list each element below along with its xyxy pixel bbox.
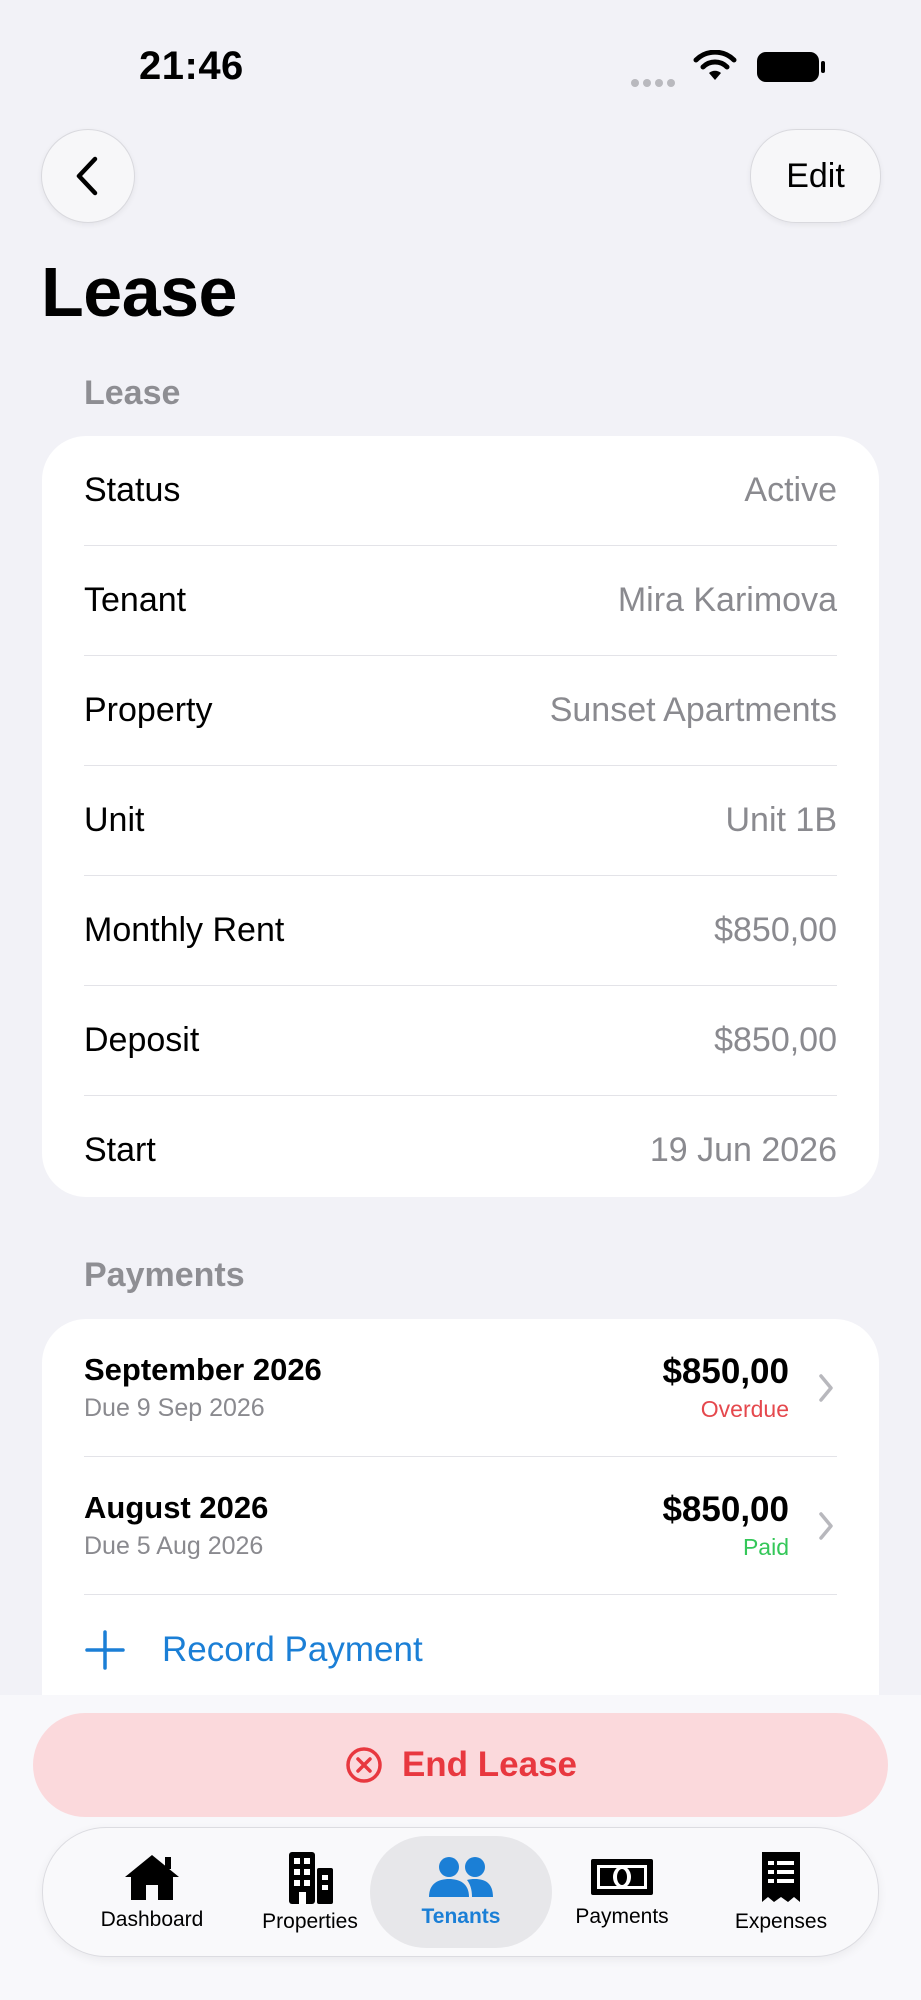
- tab-label: Dashboard: [100, 1908, 204, 1931]
- row-label: Unit: [84, 801, 145, 839]
- chevron-right-icon: [819, 1373, 833, 1402]
- row-label: Start: [84, 1131, 156, 1169]
- row-value: $850,00: [714, 911, 837, 949]
- lease-row-monthly-rent: Monthly Rent $850,00: [84, 876, 837, 986]
- tab-expenses[interactable]: Expenses: [702, 1828, 860, 1956]
- lease-section-header: Lease: [84, 374, 181, 412]
- payments-section-header: Payments: [84, 1256, 245, 1294]
- payment-due-date: Due 5 Aug 2026: [84, 1532, 264, 1560]
- payment-status-paid: Paid: [742, 1534, 789, 1560]
- edit-button[interactable]: Edit: [750, 129, 881, 223]
- tab-bar: Dashboard Properties Tenants Payments Ex…: [42, 1827, 879, 1957]
- status-bar: 21:46: [0, 0, 921, 130]
- payment-title: September 2026: [84, 1352, 322, 1387]
- lease-row-unit: Unit Unit 1B: [84, 766, 837, 876]
- row-value: Unit 1B: [725, 801, 838, 839]
- x-circle-icon: [346, 1747, 382, 1783]
- row-value: $850,00: [714, 1021, 837, 1059]
- tab-label: Tenants: [421, 1905, 501, 1928]
- wifi-icon: [693, 50, 737, 80]
- tab-payments[interactable]: Payments: [543, 1828, 701, 1956]
- battery-icon: [757, 52, 825, 82]
- record-payment-button[interactable]: Record Payment: [84, 1595, 837, 1695]
- house-icon: [125, 1855, 179, 1900]
- lease-details-card: Status Active Tenant Mira Karimova Prope…: [42, 436, 879, 1197]
- lease-row-start: Start 19 Jun 2026: [84, 1096, 837, 1197]
- tab-label: Expenses: [734, 1910, 828, 1933]
- payment-title: August 2026: [84, 1490, 269, 1525]
- chevron-right-icon: [819, 1511, 833, 1540]
- building-icon: [289, 1852, 333, 1904]
- lease-row-tenant: Tenant Mira Karimova: [84, 546, 837, 656]
- tab-label: Payments: [575, 1905, 669, 1928]
- row-value: Active: [744, 471, 837, 509]
- chevron-left-icon: [76, 156, 98, 196]
- record-payment-label: Record Payment: [162, 1630, 423, 1669]
- lease-row-deposit: Deposit $850,00: [84, 986, 837, 1096]
- row-label: Monthly Rent: [84, 911, 285, 949]
- tab-tenants[interactable]: Tenants: [370, 1836, 552, 1948]
- tab-properties[interactable]: Properties: [231, 1828, 389, 1956]
- lease-row-status: Status Active: [84, 436, 837, 546]
- payment-status-overdue: Overdue: [700, 1396, 789, 1422]
- lease-row-property: Property Sunset Apartments: [84, 656, 837, 766]
- end-lease-label: End Lease: [401, 1745, 578, 1784]
- row-label: Deposit: [84, 1021, 200, 1059]
- banknote-icon: [591, 1859, 653, 1895]
- row-value: 19 Jun 2026: [649, 1131, 837, 1169]
- people-icon: [429, 1857, 493, 1897]
- row-value: Mira Karimova: [617, 581, 837, 619]
- row-value: Sunset Apartments: [549, 691, 837, 729]
- payment-row-september[interactable]: September 2026 Due 9 Sep 2026 $850,00 Ov…: [84, 1319, 837, 1457]
- payments-card: September 2026 Due 9 Sep 2026 $850,00 Ov…: [42, 1319, 879, 1695]
- page-title: Lease: [41, 253, 237, 331]
- cellular-signal-icon: [631, 74, 679, 92]
- back-button[interactable]: [41, 129, 135, 223]
- payment-amount: $850,00: [662, 1490, 789, 1529]
- row-label: Tenant: [84, 581, 187, 619]
- row-label: Status: [84, 471, 181, 509]
- receipt-icon: [762, 1852, 800, 1902]
- status-time: 21:46: [139, 44, 244, 88]
- payment-amount: $850,00: [662, 1352, 789, 1391]
- row-label: Property: [84, 691, 213, 729]
- tab-label: Properties: [262, 1910, 358, 1933]
- payment-row-august[interactable]: August 2026 Due 5 Aug 2026 $850,00 Paid: [84, 1457, 837, 1595]
- plus-icon: [85, 1630, 125, 1670]
- payment-due-date: Due 9 Sep 2026: [84, 1394, 265, 1422]
- end-lease-button[interactable]: End Lease: [33, 1713, 888, 1817]
- tab-dashboard[interactable]: Dashboard: [73, 1828, 231, 1956]
